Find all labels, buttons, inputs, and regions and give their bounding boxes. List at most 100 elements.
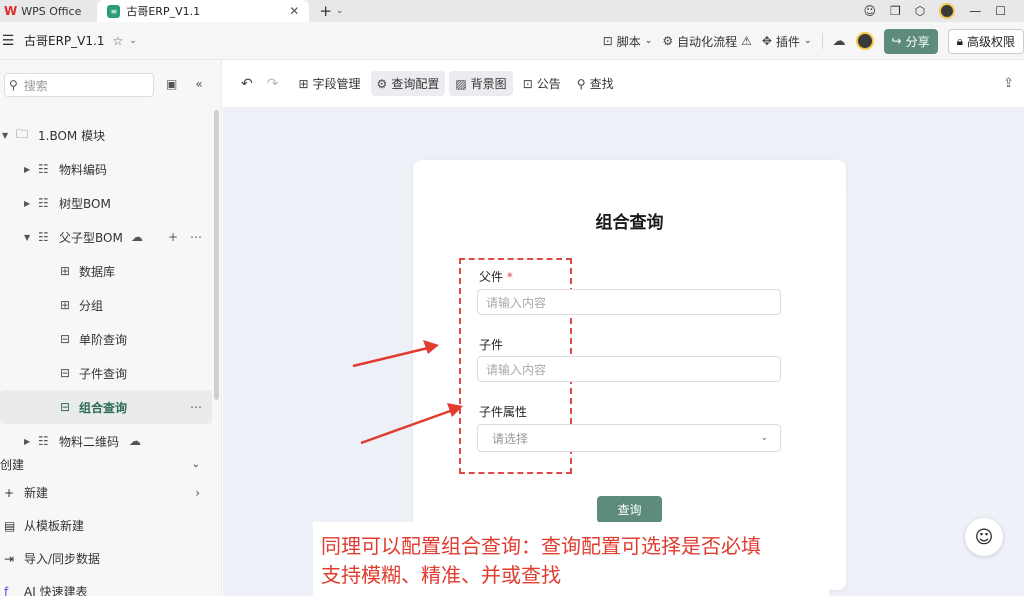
tree-item-label: 树型BOM: [59, 196, 111, 211]
announcement-icon: ⊡: [522, 76, 533, 91]
tree-item-label: 子件查询: [79, 366, 128, 381]
assistant-icon[interactable]: ☺: [863, 4, 876, 18]
share-button[interactable]: ↪ 分享: [883, 28, 938, 54]
import-icon: ⇥: [4, 551, 15, 566]
field-management-button[interactable]: ⊞ 字段管理: [292, 71, 366, 96]
chevron-right-icon: ›: [195, 485, 200, 500]
caret-down-icon[interactable]: ▼: [24, 233, 30, 242]
tree-item-label: 物料编码: [59, 162, 108, 177]
find-label: 查找: [589, 77, 614, 91]
more-icon[interactable]: ⋯: [190, 400, 202, 414]
add-icon[interactable]: +: [168, 230, 178, 244]
fields-icon: ⊞: [298, 76, 309, 91]
share-label: 分享: [905, 34, 930, 49]
template-icon: ▤: [4, 518, 16, 533]
warning-icon: ⚠: [741, 34, 752, 48]
query-config-button[interactable]: ⚙ 查询配置: [370, 71, 446, 96]
arrow-to-child-attr: [360, 403, 463, 445]
plugin-button[interactable]: ✥ 插件 ⌄: [762, 33, 812, 50]
tree-item-database[interactable]: ⊞ 数据库: [0, 254, 212, 288]
document-title[interactable]: 古哥ERP_V1.1: [24, 32, 104, 49]
undo-icon[interactable]: ↶: [241, 76, 253, 92]
chevron-down-icon[interactable]: ⌄: [129, 36, 137, 46]
new-tab-button[interactable]: +: [319, 2, 332, 20]
table-icon: ☷: [38, 434, 49, 448]
folder-icon: 🗀︎: [16, 126, 29, 141]
cloud-check-icon: ☁: [129, 434, 141, 448]
share-icon: ↪: [891, 34, 902, 48]
tree-item-material-code[interactable]: ▶ ☷ 物料编码: [0, 152, 212, 186]
cloud-check-icon: ☁: [131, 230, 143, 244]
create-from-template-item[interactable]: ▤ 从模板新建: [0, 509, 212, 542]
create-from-template-label: 从模板新建: [24, 519, 85, 533]
tab-document[interactable]: ≡ 古哥ERP_V1.1 ✕: [97, 0, 310, 22]
more-icon[interactable]: ⋯: [190, 230, 202, 244]
announcement-button[interactable]: ⊡ 公告: [517, 71, 567, 96]
automation-label: 自动化流程: [677, 34, 738, 49]
script-label: 脚本: [616, 34, 641, 49]
cube-icon[interactable]: ⬡: [915, 4, 925, 18]
ai-create-item[interactable]: ƒ AI 快速建表: [0, 575, 212, 596]
chevron-down-icon[interactable]: ⌄: [336, 6, 344, 16]
tab-wps-label: WPS Office: [21, 4, 82, 18]
tree-item-label: 数据库: [79, 264, 116, 279]
table-icon: ☷: [38, 230, 49, 244]
minimize-icon[interactable]: —: [969, 4, 981, 18]
search-icon: ⚲: [576, 76, 586, 91]
create-heading[interactable]: 创建 ⌄: [0, 452, 212, 476]
gear-icon: ⚙: [376, 76, 388, 91]
script-button[interactable]: ⊡ 脚本 ⌄: [603, 33, 653, 50]
tree-item-combined-query[interactable]: ⊟ 组合查询 ⋯: [0, 390, 212, 424]
tree-item-group[interactable]: ⊞ 分组: [0, 288, 212, 322]
user-avatar[interactable]: [855, 32, 874, 50]
star-icon[interactable]: ☆: [112, 34, 123, 48]
caret-right-icon[interactable]: ▶: [24, 437, 30, 446]
chevron-down-icon[interactable]: ⌄: [192, 459, 200, 470]
redo-icon[interactable]: ↷: [267, 76, 279, 92]
search-placeholder: 搜索: [23, 78, 48, 93]
collapse-sidebar-icon[interactable]: «: [195, 77, 202, 91]
window-restore-icon[interactable]: ❐: [890, 4, 901, 18]
create-new-item[interactable]: + 新建 ›: [0, 476, 212, 509]
panel-icon[interactable]: ▣: [166, 77, 177, 91]
caret-right-icon[interactable]: ▶: [24, 165, 30, 174]
tree-item-tree-bom[interactable]: ▶ ☷ 树型BOM: [0, 186, 212, 220]
annotation-line-1: 同理可以配置组合查询：查询配置可选择是否必填: [321, 534, 761, 558]
sheet-icon: ≡: [107, 4, 121, 18]
background-image-label: 背景图: [470, 77, 507, 91]
tree-item-label: 单阶查询: [79, 332, 128, 347]
view-toolbar: ↶ ↷ ⊞ 字段管理 ⚙ 查询配置 ▨ 背景图 ⊡ 公告 ⚲ 查找 ⇪: [223, 60, 1024, 108]
tree-item-child-query[interactable]: ⊟ 子件查询: [0, 356, 212, 390]
maximize-icon[interactable]: ☐: [995, 4, 1006, 18]
annotation-line-2: 支持模糊、精准、并或查找: [321, 563, 561, 587]
tab-wps-office[interactable]: W WPS Office: [0, 0, 91, 22]
background-image-button[interactable]: ▨ 背景图: [449, 71, 513, 96]
tree-item-single-level-query[interactable]: ⊟ 单阶查询: [0, 322, 212, 356]
tree-item-parent-child-bom[interactable]: ▼ ☷ 父子型BOM ☁ + ⋯: [0, 220, 212, 254]
tree-item-bom-module[interactable]: ▼ 🗀︎ 1.BOM 模块: [0, 118, 212, 152]
import-sync-item[interactable]: ⇥ 导入/同步数据: [0, 542, 212, 575]
menu-icon[interactable]: ☰: [0, 33, 16, 49]
find-button[interactable]: ⚲ 查找: [571, 71, 620, 96]
annotation-callout: 同理可以配置组合查询：查询配置可选择是否必填 支持模糊、精准、并或查找: [313, 522, 829, 596]
field-management-label: 字段管理: [312, 77, 361, 91]
table-icon: ☷: [38, 162, 49, 176]
plus-icon: +: [4, 485, 15, 500]
puzzle-icon: ✥: [761, 34, 772, 48]
caret-down-icon[interactable]: ▼: [2, 131, 8, 140]
search-input[interactable]: ⚲ 搜索: [4, 73, 154, 97]
caret-right-icon[interactable]: ▶: [24, 199, 30, 208]
share-export-icon[interactable]: ⇪: [1003, 76, 1014, 91]
form-icon: ⊟: [60, 332, 71, 346]
user-avatar[interactable]: [939, 3, 956, 19]
close-tab-icon[interactable]: ✕: [289, 4, 299, 18]
script-icon: ⊡: [602, 34, 613, 48]
tree-item-label: 物料二维码: [59, 434, 120, 449]
permission-button[interactable]: 🔒︎ 高级权限: [947, 28, 1024, 54]
create-heading-label: 创建: [0, 457, 25, 472]
assistant-helper-icon[interactable]: ☺: [965, 518, 1003, 556]
automation-button[interactable]: ⚙ 自动化流程 ⚠: [662, 33, 752, 50]
chevron-down-icon: ⌄: [803, 36, 812, 46]
sidebar-scrollbar[interactable]: [214, 110, 219, 400]
cloud-icon[interactable]: ☁: [833, 34, 846, 49]
